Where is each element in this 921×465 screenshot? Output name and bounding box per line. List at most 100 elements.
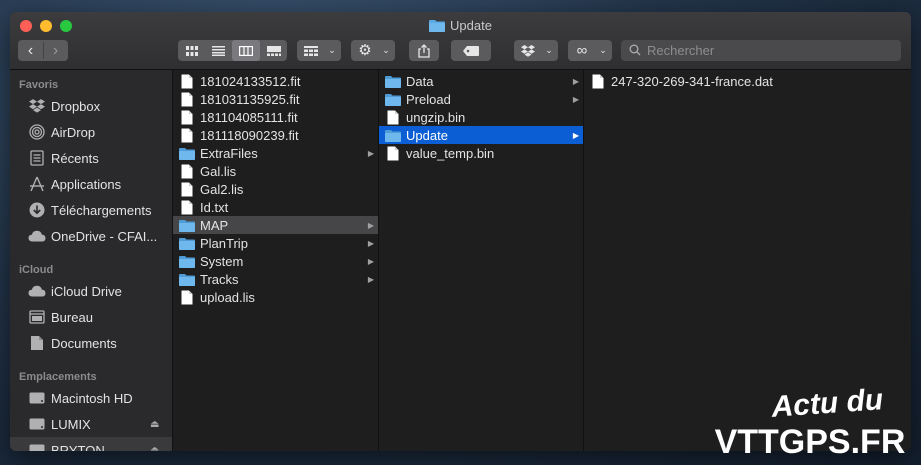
- share-icon: [409, 40, 439, 61]
- eject-icon[interactable]: ⏏: [150, 419, 159, 430]
- forward-button[interactable]: ›: [43, 40, 68, 61]
- column-2: Data ▶ Preload ▶ ungzip.bin Update ▶ value_temp…: [379, 70, 584, 451]
- watermark-line1: Actu du: [769, 383, 884, 424]
- file-row[interactable]: 247-320-269-341-france.dat: [584, 72, 911, 90]
- desktop-icon: [28, 308, 46, 326]
- tags-button[interactable]: [451, 40, 491, 61]
- sidebar-item-documents[interactable]: Documents: [10, 330, 172, 356]
- sidebar-item-bureau[interactable]: Bureau: [10, 304, 172, 330]
- item-name: ExtraFiles: [200, 145, 258, 161]
- sidebar-item-downloads[interactable]: Téléchargements: [10, 197, 172, 223]
- item-name: value_temp.bin: [406, 145, 495, 161]
- sidebar-item-bryton[interactable]: BRYTON ⏏: [10, 437, 172, 451]
- icon-view-button[interactable]: [178, 40, 205, 61]
- list-view-button[interactable]: [205, 40, 232, 61]
- folder-row[interactable]: MAP ▶: [173, 216, 378, 234]
- sidebar-section-emplacements: Emplacements: [19, 371, 97, 383]
- sidebar-item-label: AirDrop: [51, 124, 96, 140]
- window-title-wrap: Update: [10, 18, 911, 34]
- group-button[interactable]: ⌄: [297, 40, 341, 61]
- search-icon: [629, 44, 641, 58]
- sidebar-item-icloud-drive[interactable]: iCloud Drive: [10, 278, 172, 304]
- file-row[interactable]: 181024133512.fit: [173, 72, 378, 90]
- file-row[interactable]: value_temp.bin: [379, 144, 583, 162]
- disk-icon: [28, 415, 46, 433]
- gallery-view-button[interactable]: [260, 40, 287, 61]
- column-view-button[interactable]: [232, 40, 260, 61]
- share-button[interactable]: [409, 40, 439, 61]
- sidebar-item-macintosh-hd[interactable]: Macintosh HD: [10, 385, 172, 411]
- folder-row[interactable]: Preload ▶: [379, 90, 583, 108]
- item-name: 181024133512.fit: [200, 73, 301, 89]
- file-row[interactable]: 181031135925.fit: [173, 90, 378, 108]
- chevron-right-icon: ▶: [367, 274, 374, 284]
- folder-icon: [385, 73, 401, 89]
- cloud-icon: [28, 227, 46, 245]
- folder-icon: [179, 271, 195, 287]
- tag-icon: [451, 40, 491, 61]
- folder-row[interactable]: Update ▶: [379, 126, 583, 144]
- cloud-icon: [28, 282, 46, 300]
- sidebar-item-label: iCloud Drive: [51, 283, 122, 299]
- item-name: Data: [406, 73, 434, 89]
- link-button[interactable]: ∞ ⌄: [568, 40, 612, 61]
- file-row[interactable]: 181118090239.fit: [173, 126, 378, 144]
- file-icon: [385, 109, 401, 125]
- item-name: Gal2.lis: [200, 181, 244, 197]
- group-icon: [304, 45, 318, 56]
- item-name: PlanTrip: [200, 235, 248, 251]
- file-icon: [179, 91, 195, 107]
- sidebar-item-label: Dropbox: [51, 98, 101, 114]
- sidebar-item-label: Bureau: [51, 309, 93, 325]
- view-mode-control: [178, 40, 287, 61]
- sidebar-item-label: Applications: [51, 176, 122, 192]
- sidebar: Favoris Dropbox AirDrop Récents Applicat…: [10, 70, 173, 451]
- chevron-right-icon: ▶: [572, 130, 579, 140]
- file-row[interactable]: ungzip.bin: [379, 108, 583, 126]
- search-input[interactable]: Rechercher: [621, 40, 901, 61]
- chevron-down-icon: ⌄: [382, 45, 390, 55]
- file-icon: [179, 127, 195, 143]
- documents-icon: [28, 334, 46, 352]
- chevron-down-icon: ⌄: [599, 45, 607, 55]
- folder-icon: [179, 235, 195, 251]
- folder-icon: [179, 217, 195, 233]
- folder-row[interactable]: ExtraFiles ▶: [173, 144, 378, 162]
- disk-icon: [28, 389, 46, 407]
- file-row[interactable]: upload.lis: [173, 288, 378, 306]
- sidebar-section-icloud: iCloud: [19, 264, 54, 276]
- navigation-buttons: ‹ ›: [18, 40, 68, 61]
- eject-icon[interactable]: ⏏: [150, 445, 159, 452]
- file-row[interactable]: 181104085111.fit: [173, 108, 378, 126]
- sidebar-item-label: BRYTON: [51, 442, 105, 452]
- file-row[interactable]: Gal.lis: [173, 162, 378, 180]
- folder-row[interactable]: System ▶: [173, 252, 378, 270]
- folder-row[interactable]: Data ▶: [379, 72, 583, 90]
- sidebar-item-airdrop[interactable]: AirDrop: [10, 119, 172, 145]
- folder-icon: [179, 253, 195, 269]
- folder-row[interactable]: Tracks ▶: [173, 270, 378, 288]
- chevron-right-icon: ▶: [367, 148, 374, 158]
- file-row[interactable]: Gal2.lis: [173, 180, 378, 198]
- titlebar: Update ‹ › ⌄ ⚙ ⌄ ⌄ ∞ ⌄ Rechercher: [10, 12, 911, 70]
- dropbox-icon: [28, 97, 46, 115]
- sidebar-item-label: OneDrive - CFAI...: [51, 228, 158, 244]
- gear-icon: ⚙: [358, 42, 372, 59]
- dropbox-button[interactable]: ⌄: [514, 40, 558, 61]
- sidebar-item-onedrive[interactable]: OneDrive - CFAI...: [10, 223, 172, 249]
- sidebar-section-favoris: Favoris: [19, 79, 59, 91]
- chevron-right-icon: ▶: [367, 220, 374, 230]
- sidebar-item-dropbox[interactable]: Dropbox: [10, 93, 172, 119]
- folder-row[interactable]: PlanTrip ▶: [173, 234, 378, 252]
- action-button[interactable]: ⚙ ⌄: [351, 40, 395, 61]
- sidebar-item-label: LUMIX: [51, 416, 91, 432]
- sidebar-item-lumix[interactable]: LUMIX ⏏: [10, 411, 172, 437]
- sidebar-item-applications[interactable]: Applications: [10, 171, 172, 197]
- chevron-left-icon: ‹: [27, 41, 34, 59]
- file-row[interactable]: Id.txt: [173, 198, 378, 216]
- back-button[interactable]: ‹: [18, 40, 43, 61]
- column-view-icon: [239, 45, 253, 56]
- item-name: 181118090239.fit: [200, 127, 299, 143]
- file-icon: [590, 73, 606, 89]
- sidebar-item-recents[interactable]: Récents: [10, 145, 172, 171]
